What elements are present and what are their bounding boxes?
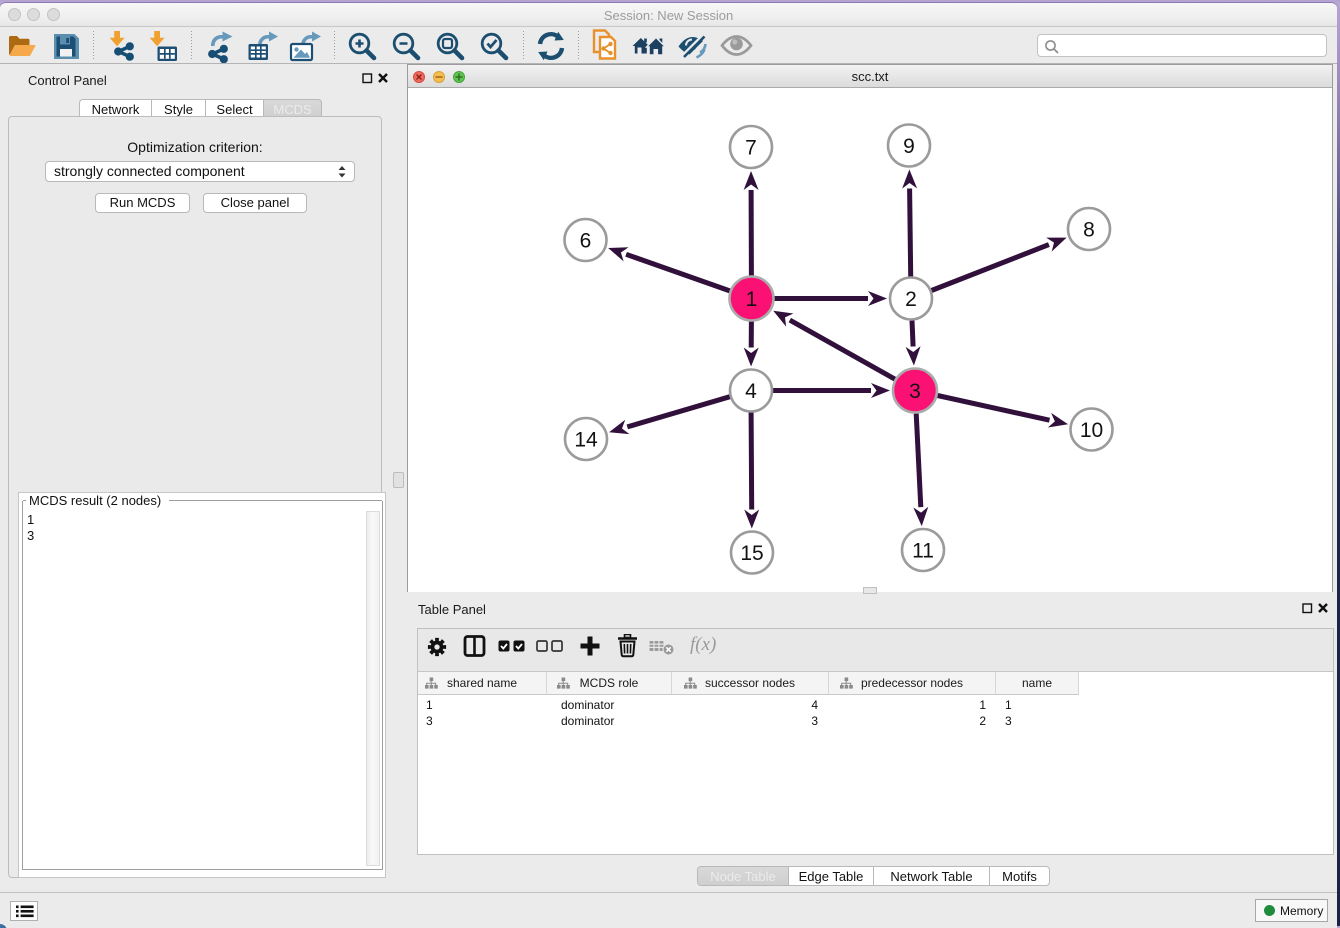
svg-text:6: 6 xyxy=(580,230,592,253)
svg-text:8: 8 xyxy=(1083,219,1095,242)
svg-text:7: 7 xyxy=(745,137,757,160)
svg-text:11: 11 xyxy=(912,540,934,563)
svg-text:9: 9 xyxy=(903,135,915,158)
svg-text:10: 10 xyxy=(1080,419,1103,442)
svg-text:14: 14 xyxy=(574,429,598,452)
svg-text:2: 2 xyxy=(905,288,917,311)
svg-text:3: 3 xyxy=(909,380,921,403)
svg-text:4: 4 xyxy=(745,380,757,403)
svg-text:1: 1 xyxy=(746,288,758,311)
svg-text:15: 15 xyxy=(740,542,763,565)
